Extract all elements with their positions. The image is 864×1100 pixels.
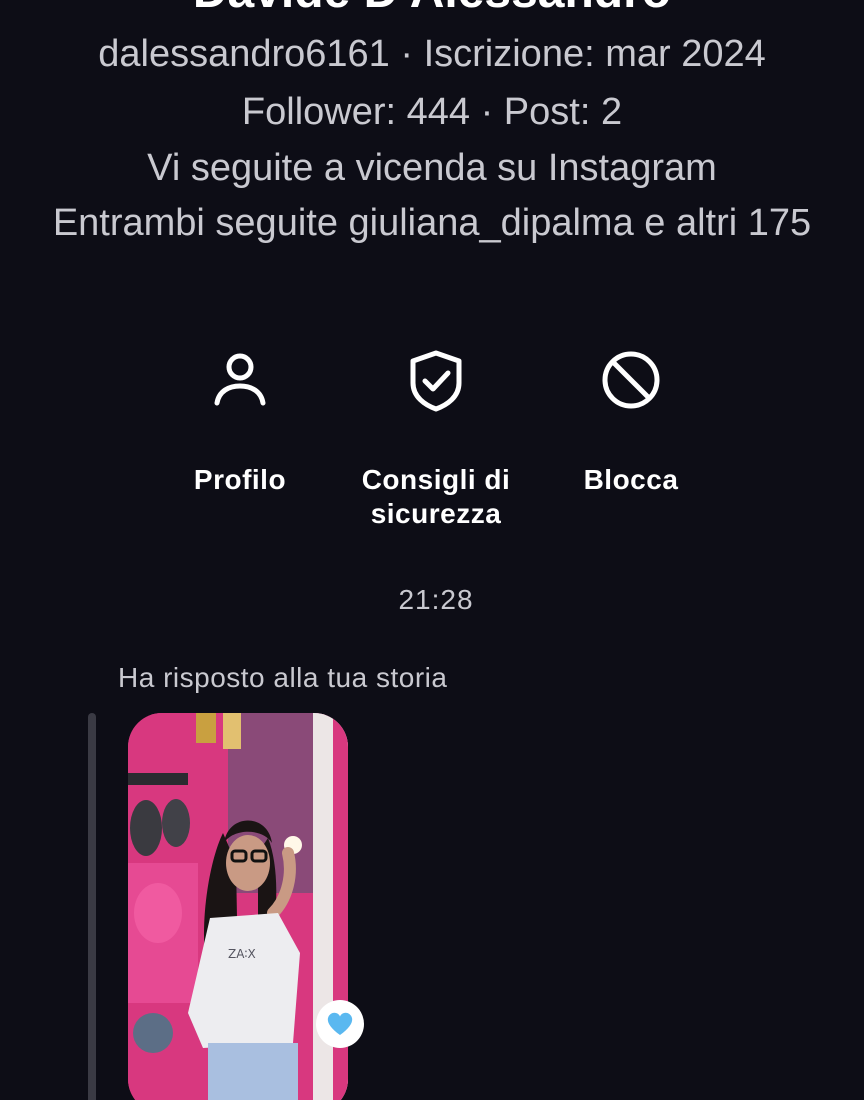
blue-heart-icon bbox=[327, 1012, 353, 1035]
mutual-friends-notice: Entrambi seguite giuliana_dipalma e altr… bbox=[52, 202, 812, 244]
block-button[interactable]: Blocca bbox=[531, 345, 731, 497]
reply-indicator-bar bbox=[88, 713, 96, 1100]
story-image: ZA∶X bbox=[128, 713, 348, 1100]
svg-text:ZA∶X: ZA∶X bbox=[228, 947, 256, 961]
message-timestamp: 21:28 bbox=[398, 584, 474, 615]
profile-button-label: Profilo bbox=[193, 464, 287, 495]
message-reaction[interactable] bbox=[316, 1000, 364, 1048]
shield-check-icon bbox=[410, 350, 462, 412]
follower-post-stats: Follower: 444 · Post: 2 bbox=[241, 91, 623, 133]
profile-button[interactable]: Profilo bbox=[140, 345, 340, 497]
safety-tips-button[interactable]: Consigli di sicurezza bbox=[336, 345, 536, 531]
block-icon bbox=[602, 351, 660, 409]
safety-tips-button-label: Consigli di sicurezza bbox=[361, 464, 511, 529]
person-icon bbox=[214, 353, 266, 406]
mutual-follow-notice: Vi seguite a vicenda su Instagram bbox=[147, 147, 717, 189]
story-reply-context: Ha risposto alla tua storia bbox=[118, 662, 448, 693]
profile-display-name: Davide D'Alessandro bbox=[0, 0, 864, 16]
block-button-label: Blocca bbox=[583, 464, 679, 495]
username-join-date: dalessandro6161 · Iscrizione: mar 2024 bbox=[98, 33, 766, 75]
story-thumbnail[interactable]: ZA∶X bbox=[128, 713, 348, 1100]
dm-thread-screen: Davide D'Alessandro dalessandro6161 · Is… bbox=[0, 0, 864, 1100]
